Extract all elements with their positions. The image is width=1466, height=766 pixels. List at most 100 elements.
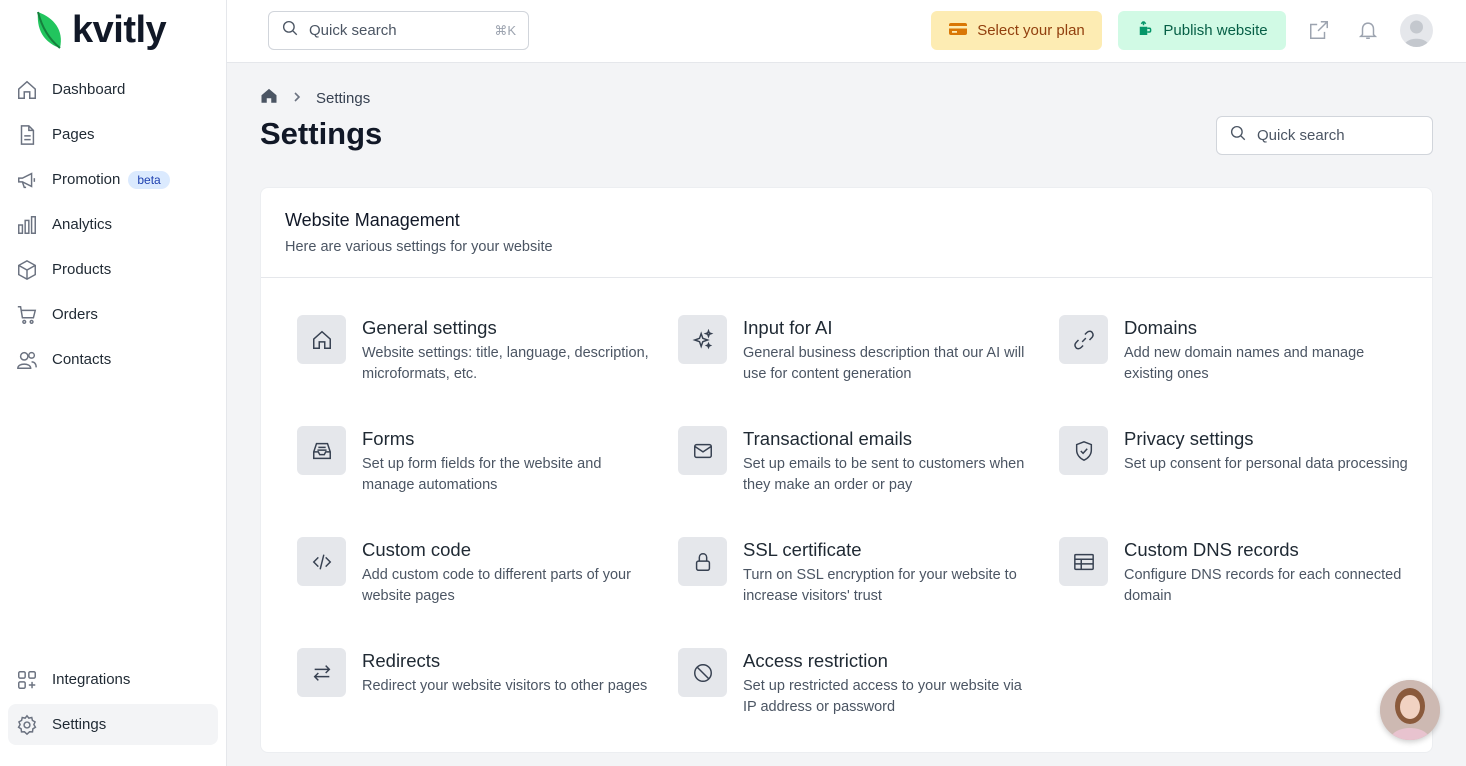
tile-privacy-settings[interactable]: Privacy settings Set up consent for pers… bbox=[1059, 426, 1419, 526]
sidebar-item-label: Orders bbox=[52, 306, 98, 323]
website-management-card: Website Management Here are various sett… bbox=[260, 187, 1433, 753]
publish-website-label: Publish website bbox=[1163, 22, 1268, 39]
tile-title: Forms bbox=[362, 428, 415, 449]
tile-custom-dns-records[interactable]: Custom DNS records Configure DNS records… bbox=[1059, 537, 1419, 637]
sidebar-item-label: Promotion bbox=[52, 171, 121, 188]
tile-title: SSL certificate bbox=[743, 539, 862, 560]
support-chat-avatar[interactable] bbox=[1380, 680, 1440, 740]
settings-search-input[interactable]: Quick search bbox=[1216, 116, 1433, 155]
megaphone-icon bbox=[16, 169, 38, 191]
tile-description: Website settings: title, language, descr… bbox=[362, 345, 649, 382]
tile-description: Configure DNS records for each connected… bbox=[1124, 567, 1402, 604]
publish-icon bbox=[1136, 20, 1154, 42]
tile-domains[interactable]: Domains Add new domain names and manage … bbox=[1059, 315, 1419, 415]
tile-description: Set up consent for personal data process… bbox=[1124, 456, 1408, 472]
section-title: Website Management bbox=[285, 210, 460, 230]
tile-title: Redirects bbox=[362, 650, 441, 671]
mail-icon bbox=[678, 426, 727, 475]
house-icon bbox=[297, 315, 346, 364]
tile-ssl-certificate[interactable]: SSL certificate Turn on SSL encryption f… bbox=[678, 537, 1038, 637]
tile-access-restriction[interactable]: Access restriction Set up restricted acc… bbox=[678, 648, 1038, 748]
sidebar: kvitly Dashboard Pages Promotion beta An… bbox=[0, 0, 227, 766]
external-link-icon[interactable] bbox=[1307, 18, 1331, 42]
card-header: Website Management Here are various sett… bbox=[261, 188, 1432, 278]
publish-website-button[interactable]: Publish website bbox=[1118, 11, 1286, 50]
tile-general-settings[interactable]: General settings Website settings: title… bbox=[297, 315, 657, 415]
tile-description: Turn on SSL encryption for your website … bbox=[743, 567, 1017, 604]
users-icon bbox=[16, 349, 38, 371]
tile-redirects[interactable]: Redirects Redirect your website visitors… bbox=[297, 648, 657, 748]
bell-icon[interactable] bbox=[1356, 18, 1380, 42]
tile-title: General settings bbox=[362, 317, 497, 338]
sidebar-item-label: Products bbox=[52, 261, 112, 278]
inbox-icon bbox=[297, 426, 346, 475]
box-icon bbox=[16, 259, 38, 281]
sidebar-item-integrations[interactable]: Integrations bbox=[8, 659, 218, 700]
sidebar-item-label: Integrations bbox=[52, 671, 131, 688]
select-plan-label: Select your plan bbox=[977, 22, 1085, 39]
brand-name: kvitly bbox=[72, 9, 167, 51]
leaf-logo-icon bbox=[37, 11, 61, 49]
search-icon bbox=[281, 19, 299, 42]
page-title: Settings bbox=[260, 116, 383, 151]
user-silhouette-icon bbox=[1404, 20, 1429, 47]
tile-description: Redirect your website visitors to other … bbox=[362, 678, 648, 694]
table-icon bbox=[1059, 537, 1108, 586]
tile-transactional-emails[interactable]: Transactional emails Set up emails to be… bbox=[678, 426, 1038, 526]
sidebar-item-label: Settings bbox=[52, 716, 107, 733]
lock-icon bbox=[678, 537, 727, 586]
sidebar-item-dashboard[interactable]: Dashboard bbox=[8, 69, 218, 110]
search-placeholder: Quick search bbox=[309, 22, 397, 39]
tile-forms[interactable]: Forms Set up form fields for the website… bbox=[297, 426, 657, 526]
breadcrumb-current: Settings bbox=[316, 89, 371, 107]
sidebar-item-analytics[interactable]: Analytics bbox=[8, 204, 218, 245]
sidebar-item-label: Contacts bbox=[52, 351, 112, 368]
link-icon bbox=[1059, 315, 1108, 364]
gear-icon bbox=[16, 714, 38, 736]
topbar: Quick search ⌘K Select your plan Publish… bbox=[227, 0, 1466, 63]
sidebar-item-orders[interactable]: Orders bbox=[8, 294, 218, 335]
ban-icon bbox=[678, 648, 727, 697]
beta-badge: beta bbox=[128, 170, 170, 189]
tile-description: Set up restricted access to your website… bbox=[743, 678, 1022, 715]
sidebar-nav: Dashboard Pages Promotion beta Analytics bbox=[8, 69, 218, 384]
search-placeholder: Quick search bbox=[1257, 127, 1345, 144]
tile-description: Set up form fields for the website and m… bbox=[362, 456, 602, 493]
bar-chart-icon bbox=[16, 214, 38, 236]
tile-title: Custom code bbox=[362, 539, 471, 560]
sidebar-item-contacts[interactable]: Contacts bbox=[8, 339, 218, 380]
credit-card-icon bbox=[948, 21, 968, 41]
sidebar-item-label: Pages bbox=[52, 126, 95, 143]
sidebar-item-pages[interactable]: Pages bbox=[8, 114, 218, 155]
chevron-right-icon bbox=[292, 90, 302, 107]
sidebar-bottom-nav: Integrations Settings bbox=[8, 659, 218, 749]
sparkles-icon bbox=[678, 315, 727, 364]
tile-title: Privacy settings bbox=[1124, 428, 1254, 449]
top-search-input[interactable]: Quick search ⌘K bbox=[268, 11, 529, 50]
tile-title: Access restriction bbox=[743, 650, 888, 671]
tile-description: Set up emails to be sent to customers wh… bbox=[743, 456, 1025, 493]
tile-input-for-ai[interactable]: Input for AI General business descriptio… bbox=[678, 315, 1038, 415]
tile-description: General business description that our AI… bbox=[743, 345, 1025, 382]
code-icon bbox=[297, 537, 346, 586]
tile-title: Domains bbox=[1124, 317, 1197, 338]
support-agent-portrait-icon bbox=[1380, 680, 1440, 740]
home-icon[interactable] bbox=[260, 87, 278, 109]
cart-icon bbox=[16, 304, 38, 326]
search-shortcut: ⌘K bbox=[494, 22, 516, 38]
user-avatar[interactable] bbox=[1400, 14, 1433, 47]
section-subtitle: Here are various settings for your websi… bbox=[285, 239, 553, 255]
tile-title: Custom DNS records bbox=[1124, 539, 1299, 560]
tile-description: Add custom code to different parts of yo… bbox=[362, 567, 631, 604]
shield-check-icon bbox=[1059, 426, 1108, 475]
tile-description: Add new domain names and manage existing… bbox=[1124, 345, 1365, 382]
logo[interactable]: kvitly bbox=[34, 8, 167, 52]
sidebar-item-products[interactable]: Products bbox=[8, 249, 218, 290]
search-icon bbox=[1229, 124, 1247, 147]
sidebar-item-settings[interactable]: Settings bbox=[8, 704, 218, 745]
sidebar-item-promotion[interactable]: Promotion beta bbox=[8, 159, 218, 200]
tile-custom-code[interactable]: Custom code Add custom code to different… bbox=[297, 537, 657, 637]
home-icon bbox=[16, 79, 38, 101]
file-icon bbox=[16, 124, 38, 146]
select-plan-button[interactable]: Select your plan bbox=[931, 11, 1102, 50]
